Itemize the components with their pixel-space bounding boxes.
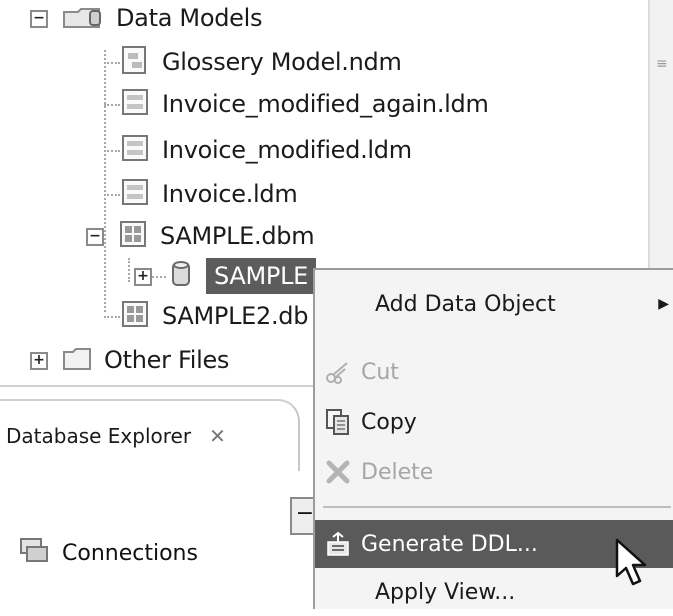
- tree-guide-line: [104, 50, 106, 312]
- explorer-tab-bar: Database Explorer ✕: [0, 387, 330, 487]
- tree-node-label: Invoice_modified.ldm: [162, 136, 412, 164]
- close-icon[interactable]: ✕: [209, 424, 226, 448]
- menu-item-label: Add Data Object: [375, 291, 556, 317]
- menu-item-label: Cut: [361, 359, 399, 385]
- logical-model-icon: [120, 176, 150, 212]
- tree-node-label-selected: SAMPLE: [206, 258, 317, 294]
- tree-node-invoice[interactable]: Invoice.ldm: [120, 174, 298, 214]
- tree-guide-line: [128, 258, 130, 282]
- tree-node-label: Invoice_modified_again.ldm: [162, 90, 489, 118]
- menu-item-label: Copy: [361, 409, 417, 435]
- menu-item-delete[interactable]: Delete: [315, 448, 673, 496]
- logical-model-icon: [120, 132, 150, 168]
- menu-separator: [323, 506, 671, 508]
- menu-item-add-data-object[interactable]: Add Data Object ▶: [315, 280, 673, 328]
- tree-node-label: SAMPLE.dbm: [160, 222, 315, 250]
- tree-node-connections[interactable]: Connections: [18, 533, 198, 573]
- expand-other-files-toggle[interactable]: +: [30, 352, 48, 370]
- expand-sample-toggle[interactable]: +: [134, 268, 152, 286]
- collapse-data-models-toggle[interactable]: −: [30, 10, 48, 28]
- generate-ddl-icon: [315, 530, 361, 558]
- tree-guide-line: [104, 194, 120, 196]
- tree-guide-line: [104, 150, 120, 152]
- tree-guide-line: [104, 104, 120, 106]
- tree-guide-line: [152, 276, 166, 278]
- copy-icon: [315, 407, 361, 437]
- tree-node-sample-dbm[interactable]: SAMPLE.dbm: [118, 216, 315, 256]
- database-folder-icon: [62, 2, 104, 34]
- submenu-arrow-icon: ▶: [658, 296, 669, 312]
- scissors-icon: [315, 359, 361, 385]
- tree-node-other-files[interactable]: Other Files: [62, 340, 229, 380]
- tree-node-label: Invoice.ldm: [162, 180, 298, 208]
- delete-icon: [315, 459, 361, 485]
- tree-node-label: Data Models: [116, 4, 263, 32]
- logical-model-icon: [120, 86, 150, 122]
- scroll-grip-icon: ≡: [656, 56, 668, 72]
- tree-node-glossery-model[interactable]: Glossery Model.ndm: [120, 42, 402, 82]
- physical-model-icon: [118, 218, 148, 254]
- tree-guide-line: [104, 316, 120, 318]
- connections-label: Connections: [62, 540, 198, 566]
- tree-guide-line: [104, 62, 120, 64]
- menu-item-label: Apply View...: [375, 579, 516, 605]
- tree-node-data-models[interactable]: Data Models: [62, 0, 263, 38]
- menu-item-cut[interactable]: Cut: [315, 348, 673, 396]
- menu-item-label: Generate DDL...: [361, 531, 538, 557]
- tree-node-label: Glossery Model.ndm: [162, 48, 402, 76]
- menu-item-label: Delete: [361, 459, 434, 485]
- tab-label: Database Explorer: [6, 424, 192, 448]
- tree-node-sample-database[interactable]: SAMPLE: [170, 256, 317, 296]
- physical-model-icon: [120, 298, 150, 334]
- tree-node-invoice-modified[interactable]: Invoice_modified.ldm: [120, 130, 412, 170]
- menu-item-copy[interactable]: Copy: [315, 398, 673, 446]
- tree-node-sample2-db[interactable]: SAMPLE2.db: [120, 296, 308, 336]
- tab-database-explorer[interactable]: Database Explorer ✕: [0, 399, 300, 471]
- tree-node-label: SAMPLE2.db: [162, 302, 309, 330]
- mouse-pointer-icon: [614, 538, 650, 592]
- collapse-sample-dbm-toggle[interactable]: −: [86, 228, 104, 246]
- tree-node-invoice-modified-again[interactable]: Invoice_modified_again.ldm: [120, 84, 489, 124]
- glossary-model-icon: [120, 44, 150, 80]
- connections-icon: [18, 535, 50, 571]
- folder-icon: [62, 344, 92, 376]
- database-cylinder-icon: [170, 258, 192, 294]
- tree-node-label: Other Files: [104, 346, 230, 374]
